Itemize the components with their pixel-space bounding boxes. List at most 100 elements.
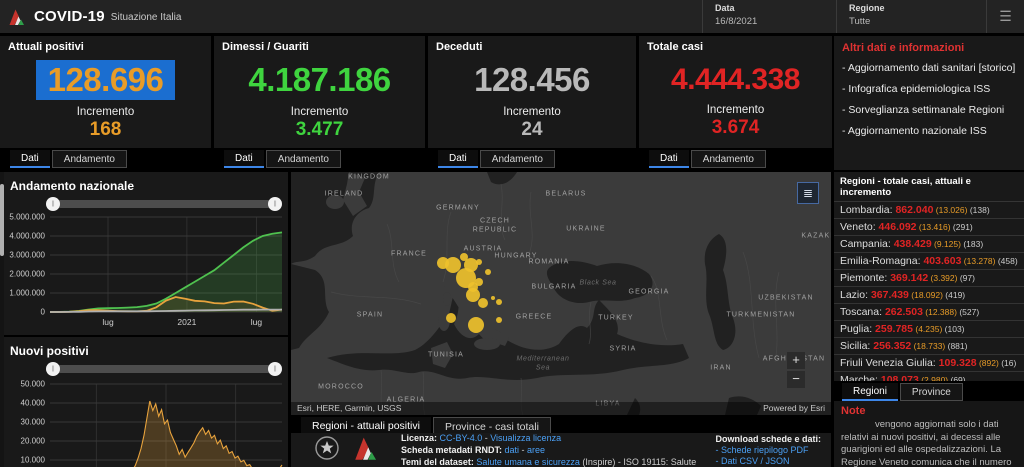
map-bubble[interactable] bbox=[445, 257, 461, 273]
footer-text: - bbox=[482, 433, 490, 443]
y-tick-label: 0 bbox=[41, 308, 46, 317]
scrollbar-thumb[interactable] bbox=[0, 184, 4, 256]
info-link[interactable]: - Infografica epidemiologica ISS bbox=[842, 83, 1016, 96]
region-row[interactable]: Veneto: 446.092 (13.416) (291) bbox=[834, 219, 1024, 236]
tab-andamento[interactable]: Andamento bbox=[480, 150, 555, 168]
y-tick-label: 2.000.000 bbox=[9, 270, 45, 279]
tab-dati[interactable]: Dati bbox=[224, 150, 264, 168]
slider-track[interactable] bbox=[50, 200, 278, 208]
island-corsica bbox=[443, 292, 451, 306]
region-selector[interactable]: Regione Tutte bbox=[836, 0, 986, 33]
region-row[interactable]: Toscana: 262.503 (12.388) (527) bbox=[834, 304, 1024, 321]
time-range-slider[interactable]: || || bbox=[50, 197, 278, 211]
region-row[interactable]: Emilia-Romagna: 403.603 (13.278) (458) bbox=[834, 253, 1024, 270]
map-bubble[interactable] bbox=[468, 317, 484, 333]
map-label: BELARUS bbox=[545, 191, 586, 198]
regions-panel-title: Regioni - totale casi, attuali e increme… bbox=[834, 172, 1024, 202]
legend-list-icon[interactable]: ≣ bbox=[797, 182, 819, 204]
region-row[interactable]: Campania: 438.429 (9.125) (183) bbox=[834, 236, 1024, 253]
slider-handle-right[interactable]: || bbox=[268, 362, 282, 376]
chart-title: Nuovi positivi bbox=[0, 337, 288, 362]
andamento-chart[interactable]: 5.000.0004.000.0003.000.0002.000.0001.00… bbox=[0, 211, 288, 333]
footer-link[interactable]: Salute umana e sicurezza bbox=[476, 457, 580, 467]
map-bubble[interactable] bbox=[496, 299, 502, 305]
tab-andamento[interactable]: Andamento bbox=[691, 150, 766, 168]
map-bubble[interactable] bbox=[491, 296, 495, 300]
y-tick-label: 30.000 bbox=[21, 418, 46, 427]
tab-andamento[interactable]: Andamento bbox=[52, 150, 127, 168]
region-row[interactable]: Lazio: 367.439 (18.092) (419) bbox=[834, 287, 1024, 304]
app-title: COVID-19 bbox=[34, 8, 105, 25]
europe-map[interactable]: KINGDOMIRELANDGERMANYCZECHREPUBLICBELARU… bbox=[291, 172, 831, 415]
slider-handle-left[interactable]: || bbox=[46, 197, 60, 211]
hamburger-icon[interactable]: ☰ bbox=[986, 0, 1024, 33]
footer-link[interactable]: dati bbox=[505, 445, 520, 455]
date-value: 16/8/2021 bbox=[715, 16, 824, 27]
tab-dati[interactable]: Dati bbox=[438, 150, 478, 168]
map-label: MOROCCO bbox=[318, 384, 364, 391]
region-row[interactable]: Puglia: 259.785 (4.235) (103) bbox=[834, 321, 1024, 338]
stat-title: Totale casi bbox=[647, 41, 824, 53]
metadata-line: Scheda metadati RNDT: dati - aree bbox=[401, 444, 696, 456]
regions-panel: Regioni - totale casi, attuali e increme… bbox=[834, 172, 1024, 381]
map-canvas[interactable] bbox=[291, 172, 831, 415]
region-label: Regione bbox=[849, 3, 974, 13]
slider-handle-left[interactable]: || bbox=[46, 362, 60, 376]
region-row[interactable]: Lombardia: 862.040 (13.026) (138) bbox=[834, 202, 1024, 219]
footer-text: Scheda metadati RNDT: bbox=[401, 445, 505, 455]
tab-regioni[interactable]: Regioni bbox=[842, 383, 898, 401]
footer-text: (Inspire) - ISO 19115: Salute bbox=[580, 457, 696, 467]
increment-value: 3.674 bbox=[647, 117, 824, 139]
stat-card-totale-casi: Totale casi 4.444.338 Incremento 3.674 D… bbox=[639, 36, 832, 170]
region-row[interactable]: Friuli Venezia Giulia: 109.328 (892) (16… bbox=[834, 355, 1024, 372]
footer-bar: Licenza: CC-BY-4.0 - Visualizza licenza … bbox=[291, 433, 831, 467]
download-link[interactable]: - Dati CSV / JSON bbox=[715, 456, 821, 466]
slider-track[interactable] bbox=[50, 365, 278, 373]
map-tabs: Regioni - attuali positivi Province - ca… bbox=[291, 415, 831, 433]
region-row[interactable]: Piemonte: 369.142 (3.392) (97) bbox=[834, 270, 1024, 287]
footer-link[interactable]: aree bbox=[527, 445, 545, 455]
info-link[interactable]: - Aggiornamento nazionale ISS bbox=[842, 125, 1016, 138]
slider-handle-right[interactable]: || bbox=[268, 197, 282, 211]
tab-province[interactable]: Province bbox=[900, 383, 963, 401]
footer-link[interactable]: CC-BY-4.0 bbox=[440, 433, 483, 443]
zoom-in-button[interactable]: + bbox=[787, 352, 805, 369]
date-selector[interactable]: Data 16/8/2021 bbox=[702, 0, 836, 33]
footer-link[interactable]: Visualizza licenza bbox=[490, 433, 561, 443]
map-bubble[interactable] bbox=[478, 298, 488, 308]
region-row[interactable]: Sicilia: 256.352 (18.733) (881) bbox=[834, 338, 1024, 355]
map-label: REPUBLIC bbox=[473, 227, 518, 234]
x-tick-label: lug bbox=[251, 317, 263, 327]
altri-dati-panel: Altri dati e informazioni - Aggiornament… bbox=[834, 36, 1024, 170]
info-link[interactable]: - Sorveglianza settimanale Regioni bbox=[842, 104, 1016, 117]
themes-line: Temi del dataset: Salute umana e sicurez… bbox=[401, 456, 696, 467]
zoom-out-button[interactable]: − bbox=[787, 371, 805, 388]
tab-andamento[interactable]: Andamento bbox=[266, 150, 341, 168]
tab-dati[interactable]: Dati bbox=[649, 150, 689, 168]
region-row[interactable]: Marche: 108.073 (2.980) (69) bbox=[834, 372, 1024, 381]
y-tick-label: 4.000.000 bbox=[9, 232, 45, 241]
y-tick-label: 20.000 bbox=[21, 437, 46, 446]
left-scrollbar[interactable] bbox=[0, 172, 4, 467]
stat-value: 128.696 bbox=[36, 60, 176, 100]
increment-value: 3.477 bbox=[222, 119, 417, 141]
y-tick-label: 50.000 bbox=[21, 380, 46, 389]
map-bubble[interactable] bbox=[466, 288, 480, 302]
map-bubble[interactable] bbox=[485, 269, 491, 275]
date-label: Data bbox=[715, 3, 824, 13]
map-bubble[interactable] bbox=[446, 313, 456, 323]
map-label: Sea bbox=[536, 365, 550, 372]
time-range-slider[interactable]: || || bbox=[50, 362, 278, 376]
stat-title: Dimessi / Guariti bbox=[222, 41, 417, 53]
tab-dati[interactable]: Dati bbox=[10, 150, 50, 168]
region-value: Tutte bbox=[849, 16, 974, 27]
download-link[interactable]: - Schede riepilogo PDF bbox=[715, 445, 821, 455]
map-label: SPAIN bbox=[357, 312, 384, 319]
nuovi-positivi-chart[interactable]: 50.00040.00030.00020.00010.000 bbox=[0, 376, 288, 467]
info-link[interactable]: - Aggiornamento dati sanitari [storico] bbox=[842, 62, 1016, 75]
map-bubble[interactable] bbox=[475, 278, 483, 286]
map-label: Mediterranean bbox=[517, 356, 570, 363]
map-bubble[interactable] bbox=[496, 317, 502, 323]
map-label: GERMANY bbox=[436, 205, 480, 212]
map-bubble[interactable] bbox=[476, 259, 482, 265]
